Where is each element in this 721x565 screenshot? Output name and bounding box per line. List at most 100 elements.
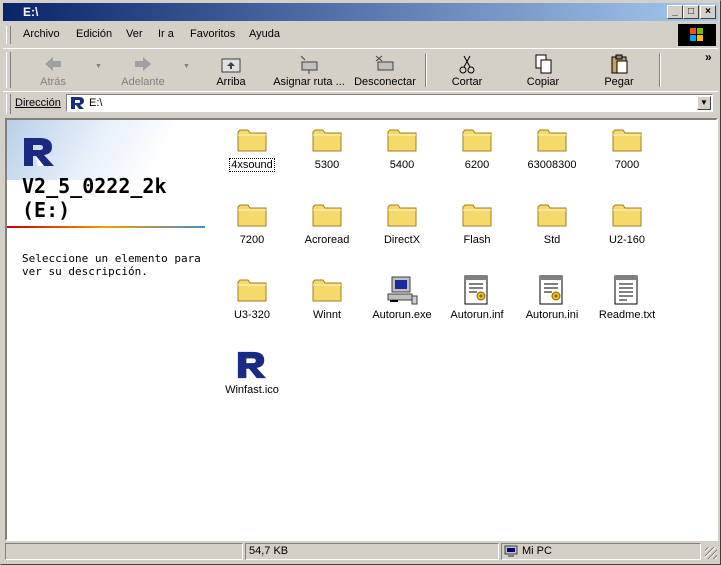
back-arrow-icon [45, 57, 61, 71]
toolbar-separator [425, 53, 427, 87]
file-item[interactable]: Winnt [289, 274, 365, 321]
file-item[interactable]: U3-320 [214, 274, 290, 321]
disconnect-label: Desconectar [354, 76, 416, 88]
toolbar-grip[interactable] [6, 52, 11, 88]
file-item[interactable]: DirectX [364, 199, 440, 246]
forward-button[interactable]: Adelante [111, 53, 175, 88]
file-name: Flash [463, 234, 491, 246]
disconnect-button[interactable]: Desconectar [351, 53, 419, 88]
file-item[interactable]: Winfast.ico [214, 349, 290, 396]
cut-button[interactable]: Cortar [439, 53, 495, 88]
file-item[interactable]: U2-160 [589, 199, 665, 246]
menu-ir-a[interactable]: Ir a [158, 28, 174, 40]
paste-label: Pegar [604, 76, 634, 88]
file-name: 63008300 [527, 159, 577, 171]
address-value: E:\ [89, 97, 103, 109]
maximize-button[interactable]: □ [683, 5, 699, 19]
file-name: 6200 [464, 159, 490, 171]
file-name: DirectX [383, 234, 421, 246]
file-item[interactable]: 4xsound [214, 124, 290, 172]
winfast-logo-icon [237, 351, 267, 379]
file-item[interactable]: 63008300 [514, 124, 590, 171]
toolbar-overflow-button[interactable]: » [705, 50, 712, 64]
folder-icon [237, 129, 267, 152]
copy-label: Copiar [526, 76, 560, 88]
address-bar: Dirección E:\ ▼ [3, 91, 718, 116]
file-item[interactable]: Autorun.ini [514, 274, 590, 321]
forward-dropdown-icon[interactable]: ▼ [183, 63, 190, 70]
drive-title: V2_5_0222_2k (E:) [22, 174, 167, 222]
file-name: Readme.txt [598, 309, 656, 321]
map-drive-icon [300, 55, 318, 74]
resize-grip[interactable] [705, 547, 717, 559]
computer-icon [387, 276, 418, 305]
status-bar: 54,7 KB Mi PC [3, 542, 718, 562]
file-item[interactable]: Flash [439, 199, 515, 246]
folder-icon [387, 204, 417, 227]
map-drive-button[interactable]: Asignar ruta ... [271, 53, 347, 88]
address-input[interactable]: E:\ ▼ [66, 94, 713, 112]
web-view-pane: V2_5_0222_2k (E:) Seleccione un elemento… [7, 120, 227, 539]
folder-icon [462, 129, 492, 152]
file-item[interactable]: Readme.txt [589, 274, 665, 321]
settings-file-icon [464, 275, 488, 305]
explorer-window: E:\ _ □ × Archivo Edición Ver Ir a Favor… [0, 0, 721, 565]
file-name: Autorun.ini [525, 309, 579, 321]
copy-button[interactable]: Copiar [515, 53, 571, 88]
selection-description: Seleccione un elemento para ver su descr… [22, 252, 201, 278]
folder-icon [537, 204, 567, 227]
forward-arrow-icon [135, 57, 151, 71]
back-label: Atrás [40, 76, 66, 88]
up-folder-icon [221, 58, 241, 73]
windows-logo-icon [678, 24, 716, 46]
folder-view: V2_5_0222_2k (E:) Seleccione un elemento… [5, 118, 718, 541]
status-size: 54,7 KB [245, 543, 499, 560]
text-file-icon [614, 275, 638, 305]
file-item[interactable]: 7000 [589, 124, 665, 171]
file-name: 4xsound [229, 158, 275, 172]
title-bar[interactable]: E:\ _ □ × [3, 3, 718, 21]
paste-button[interactable]: Pegar [591, 53, 647, 88]
folder-icon [237, 204, 267, 227]
drive-title-line1: V2_5_0222_2k [22, 174, 167, 198]
file-name: 7200 [239, 234, 265, 246]
address-grip[interactable] [6, 94, 11, 114]
folder-icon [462, 204, 492, 227]
close-button[interactable]: × [700, 5, 716, 19]
folder-icon [612, 129, 642, 152]
toolbar-separator-end [659, 53, 661, 87]
file-item[interactable]: 6200 [439, 124, 515, 171]
folder-icon [312, 279, 342, 302]
address-dropdown-icon[interactable]: ▼ [697, 96, 711, 110]
file-item[interactable]: 7200 [214, 199, 290, 246]
scissors-icon [459, 55, 475, 74]
file-name: Winnt [312, 309, 342, 321]
drive-logo-icon [71, 97, 84, 109]
folder-icon [312, 204, 342, 227]
status-zone-label: Mi PC [522, 545, 552, 557]
menu-ayuda[interactable]: Ayuda [249, 28, 280, 40]
back-dropdown-icon[interactable]: ▼ [95, 63, 102, 70]
up-button[interactable]: Arriba [203, 53, 259, 88]
file-name: 5400 [389, 159, 415, 171]
minimize-button[interactable]: _ [667, 5, 683, 19]
menu-ver[interactable]: Ver [126, 28, 143, 40]
menu-edicion[interactable]: Edición [76, 28, 112, 40]
up-label: Arriba [216, 76, 246, 88]
file-item[interactable]: Autorun.exe [364, 274, 440, 321]
file-item[interactable]: 5300 [289, 124, 365, 171]
settings-file-icon [539, 275, 563, 305]
file-item[interactable]: Acroread [289, 199, 365, 246]
file-name: U2-160 [608, 234, 646, 246]
folder-icon [612, 204, 642, 227]
disconnect-drive-icon [375, 55, 394, 71]
menu-favoritos[interactable]: Favoritos [190, 28, 235, 40]
menu-archivo[interactable]: Archivo [23, 28, 60, 40]
window-title: E:\ [23, 5, 39, 19]
menu-grip[interactable] [6, 26, 11, 44]
file-item[interactable]: Autorun.inf [439, 274, 515, 321]
file-item[interactable]: 5400 [364, 124, 440, 171]
forward-label: Adelante [121, 76, 165, 88]
file-item[interactable]: Std [514, 199, 590, 246]
back-button[interactable]: Atrás [25, 53, 81, 88]
